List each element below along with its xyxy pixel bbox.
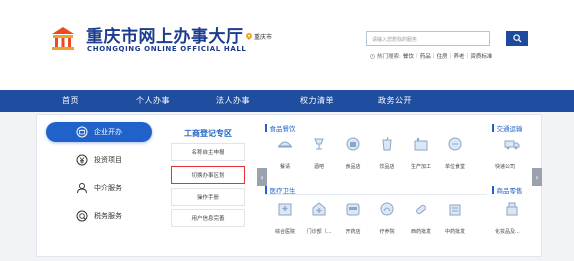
service-label[interactable]: 单位食堂	[438, 163, 472, 170]
menu-item-tax-service[interactable]: 税务服务	[46, 206, 152, 226]
menu-item-business-startup[interactable]: 企业开办	[46, 122, 152, 142]
site-subtitle: CHONGQING ONLINE OFFICIAL HALL	[87, 45, 247, 53]
site-header: 重庆市网上办事大厅 CHONGQING ONLINE OFFICIAL HALL…	[0, 0, 574, 74]
service-label[interactable]: 门诊部（...	[302, 228, 336, 235]
hot-search-item[interactable]: 药品	[420, 52, 431, 60]
nav-item-power-list[interactable]: 权力清单	[300, 90, 334, 112]
city-hall-logo-icon[interactable]	[50, 26, 76, 52]
section-label: 商品零售	[496, 187, 523, 195]
menu-label: 企业开办	[94, 128, 122, 136]
location-pin-icon	[246, 33, 252, 40]
hot-search: 热门搜索: 餐饮 | 药品 | 住房 | 养老 | 资质标准	[370, 52, 492, 60]
money-icon	[76, 154, 88, 166]
hot-search-label: 热门搜索:	[377, 54, 401, 60]
hot-search-item[interactable]: 餐饮	[403, 52, 414, 60]
western-medicine-icon[interactable]	[413, 201, 429, 217]
hot-search-item[interactable]: 养老	[453, 52, 464, 60]
service-label[interactable]: 生产加工	[404, 163, 438, 170]
menu-label: 中介服务	[94, 184, 122, 192]
divider	[265, 194, 487, 195]
bar-icon[interactable]	[311, 136, 327, 152]
search-button[interactable]	[506, 31, 528, 46]
clinic-icon[interactable]	[311, 201, 327, 217]
menu-item-investment-project[interactable]: 投资项目	[46, 150, 152, 170]
operation-manual-button[interactable]: 操作手册	[171, 188, 245, 206]
section-label: 食品餐饮	[269, 125, 296, 133]
courier-icon[interactable]	[504, 136, 520, 152]
switch-region-button[interactable]: 切换办事区划	[171, 166, 245, 184]
menu-label: 投资项目	[94, 156, 122, 164]
hot-search-item[interactable]: 资质标准	[470, 52, 492, 60]
service-label[interactable]: 餐请	[268, 163, 302, 170]
user-info-button[interactable]: 用户信息完善	[171, 209, 245, 227]
hospital-icon[interactable]	[277, 201, 293, 217]
location-label: 重庆市	[254, 34, 273, 41]
service-label[interactable]: 西药批发	[404, 228, 438, 235]
service-label[interactable]: 疗养院	[370, 228, 404, 235]
cosmetics-icon[interactable]	[504, 201, 520, 217]
service-label[interactable]: 快递公司	[495, 163, 531, 170]
separator: |	[466, 53, 469, 59]
service-label[interactable]: 饮品店	[370, 163, 404, 170]
name-declaration-button[interactable]: 名称自主申报	[171, 143, 245, 161]
tea-restaurant-icon[interactable]	[277, 136, 293, 152]
nav-item-gov-affairs[interactable]: 政务公开	[378, 90, 412, 112]
scroll-right-button[interactable]: ›	[532, 168, 542, 186]
separator: |	[415, 53, 418, 59]
nav-item-home[interactable]: 首页	[62, 90, 79, 112]
nav-item-legal-entity[interactable]: 法人办事	[216, 90, 250, 112]
business-registration-title[interactable]: 工商登记专区	[184, 128, 232, 139]
hot-search-item[interactable]: 住房	[437, 52, 448, 60]
separator: |	[432, 53, 435, 59]
canteen-icon[interactable]	[447, 136, 463, 152]
search-input[interactable]: 请输入您想找的服务	[366, 31, 490, 46]
scroll-left-button[interactable]: ‹	[257, 168, 267, 186]
location-selector[interactable]: 重庆市	[246, 32, 272, 41]
section-marker	[265, 124, 267, 132]
section-marker	[492, 124, 494, 132]
pharmacy-icon[interactable]	[345, 201, 361, 217]
section-marker	[492, 186, 494, 194]
section-food-title: 食品餐饮	[265, 123, 296, 133]
separator: |	[449, 53, 452, 59]
service-label[interactable]: 食品店	[336, 163, 370, 170]
user-icon	[77, 183, 87, 194]
menu-label: 税务服务	[94, 212, 122, 220]
sanatorium-icon[interactable]	[379, 201, 395, 217]
section-label: 交通运输	[496, 125, 523, 133]
service-label[interactable]: 酒吧	[302, 163, 336, 170]
main-nav: 首页 个人办事 法人办事 权力清单 政务公开	[0, 90, 574, 112]
site-title[interactable]: 重庆市网上办事大厅	[86, 22, 244, 47]
food-store-icon[interactable]	[345, 136, 361, 152]
chinese-medicine-icon[interactable]	[447, 201, 463, 217]
service-label[interactable]: 综合医院	[268, 228, 302, 235]
business-icon	[76, 126, 88, 138]
chevron-left-icon: ‹	[260, 172, 264, 182]
hot-search-icon	[370, 53, 375, 59]
section-traffic-title: 交通运输	[492, 123, 523, 133]
chevron-right-icon: ›	[535, 172, 539, 182]
menu-item-agency-service[interactable]: 中介服务	[46, 178, 152, 198]
tax-icon	[76, 210, 88, 222]
search-icon	[512, 34, 522, 43]
section-goods-title: 商品零售	[492, 185, 523, 195]
nav-item-personal[interactable]: 个人办事	[136, 90, 170, 112]
service-label[interactable]: 中药批发	[438, 228, 472, 235]
drink-store-icon[interactable]	[379, 136, 395, 152]
service-label[interactable]: 开药店	[336, 228, 370, 235]
section-marker	[265, 186, 267, 194]
service-label[interactable]: 化妆品及...	[495, 228, 531, 235]
production-icon[interactable]	[413, 136, 429, 152]
